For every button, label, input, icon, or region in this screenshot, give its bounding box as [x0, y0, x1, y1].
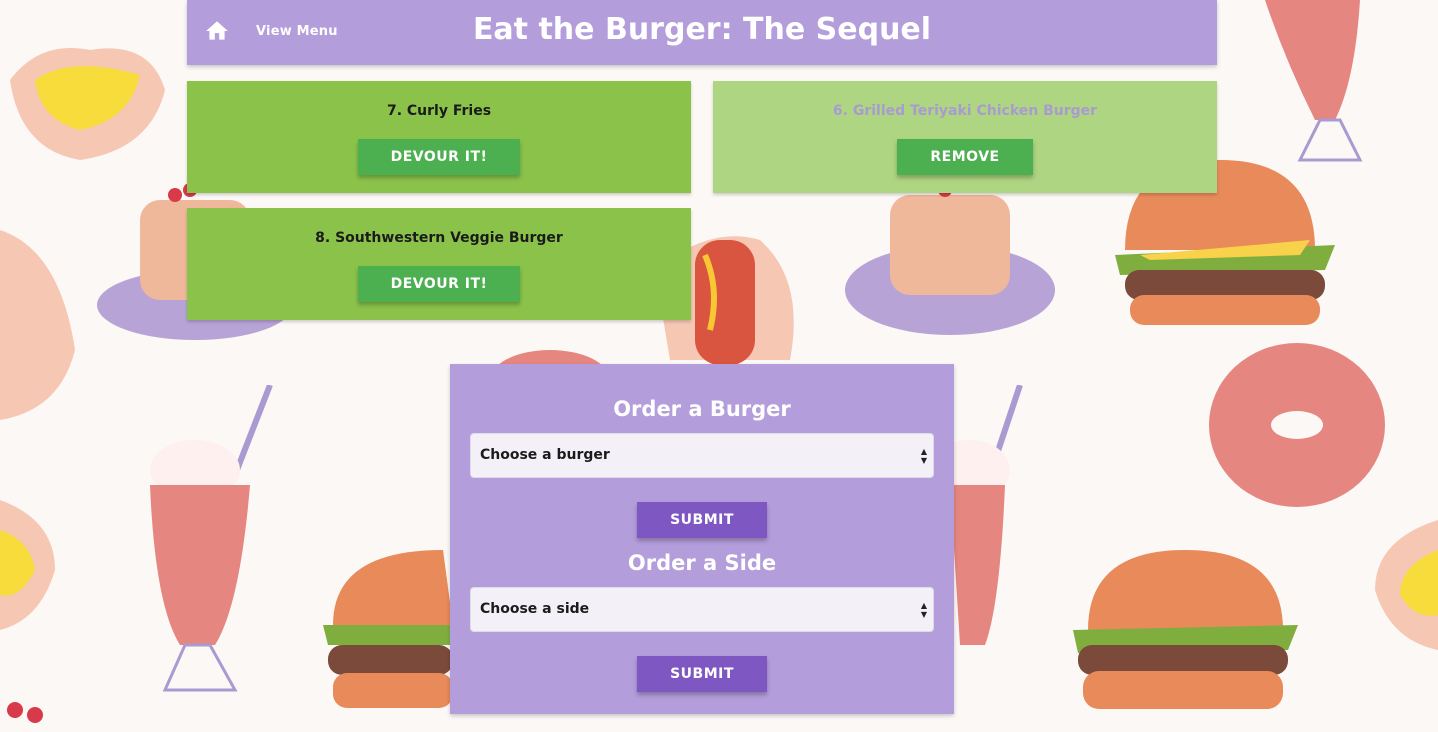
burger-select-value: Choose a burger	[480, 447, 610, 463]
burger-card-title: 6. Grilled Teriyaki Chicken Burger	[832, 103, 1098, 119]
fries-illustration	[0, 500, 55, 630]
devour-button[interactable]: DEVOUR IT!	[358, 266, 520, 302]
select-arrows-icon: ▲ ▼	[920, 447, 927, 465]
burger-illustration	[323, 550, 453, 708]
side-select[interactable]: Choose a side ▲ ▼	[470, 587, 934, 632]
devour-button[interactable]: DEVOUR IT!	[358, 139, 520, 175]
burger-illustration	[1073, 550, 1298, 709]
submit-burger-button[interactable]: SUBMIT	[637, 502, 767, 538]
burger-select[interactable]: Choose a burger ▲ ▼	[470, 433, 934, 478]
donut-illustration	[1209, 343, 1385, 507]
order-side-heading: Order a Side	[627, 551, 777, 575]
page-title: Eat the Burger: The Sequel	[472, 12, 932, 47]
milkshake-illustration	[150, 385, 273, 692]
burger-card-eaten: 6. Grilled Teriyaki Chicken Burger REMOV…	[713, 81, 1217, 193]
top-navbar: View Menu Eat the Burger: The Sequel	[187, 0, 1217, 65]
remove-button[interactable]: REMOVE	[897, 139, 1033, 175]
burger-card-title: 7. Curly Fries	[386, 103, 492, 119]
order-form-panel: Order a Burger Choose a burger ▲ ▼ SUBMIT…	[450, 364, 954, 714]
burger-card-uneaten: 8. Southwestern Veggie Burger DEVOUR IT!	[187, 208, 691, 320]
select-arrows-icon: ▲ ▼	[920, 601, 927, 619]
fries-illustration	[10, 48, 165, 160]
view-menu-link[interactable]: View Menu	[256, 24, 338, 39]
order-burger-heading: Order a Burger	[613, 397, 791, 421]
food-illustration	[0, 230, 75, 420]
home-icon[interactable]	[204, 18, 230, 44]
fries-illustration	[1375, 520, 1438, 650]
burger-card-title: 8. Southwestern Veggie Burger	[315, 230, 563, 246]
pancakes-illustration	[845, 183, 1055, 335]
burger-card-uneaten: 7. Curly Fries DEVOUR IT!	[187, 81, 691, 193]
side-select-value: Choose a side	[480, 601, 590, 617]
pancakes-illustration	[7, 702, 43, 723]
submit-side-button[interactable]: SUBMIT	[637, 656, 767, 692]
milkshake-illustration	[1265, 0, 1363, 162]
milkshake-illustration	[950, 385, 1023, 645]
